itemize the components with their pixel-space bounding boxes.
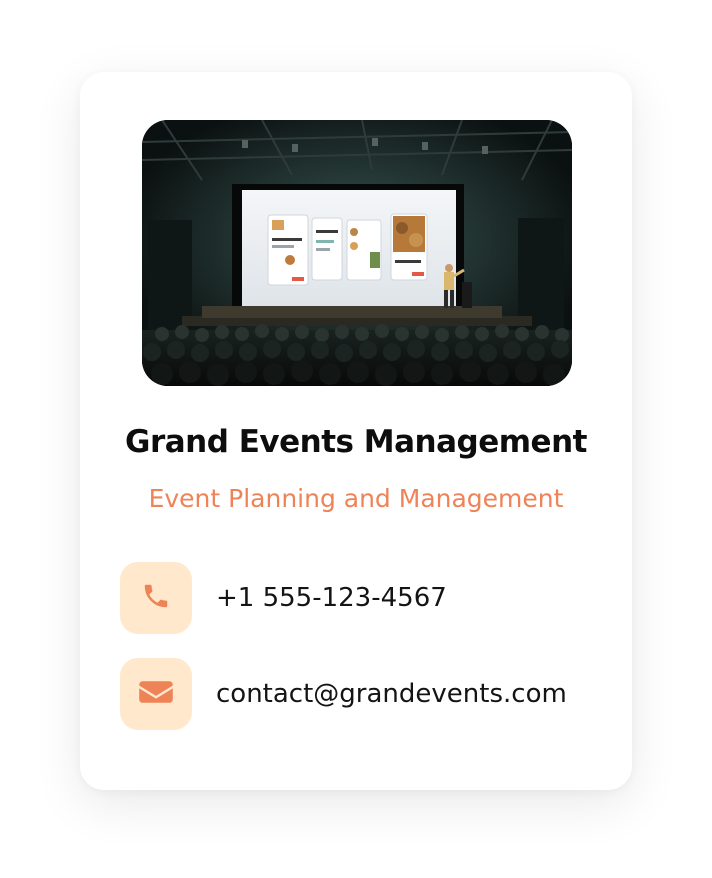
phone-number[interactable]: +1 555-123-4567 — [216, 583, 447, 613]
company-name: Grand Events Management — [125, 424, 587, 460]
phone-contact-row[interactable]: +1 555-123-4567 — [120, 562, 612, 634]
envelope-icon — [138, 677, 174, 712]
email-contact-row[interactable]: contact@grandevents.com — [120, 658, 612, 730]
email-icon-tile[interactable] — [120, 658, 192, 730]
contact-card: Grand Events Management Event Planning a… — [80, 72, 632, 790]
phone-icon-tile[interactable] — [120, 562, 192, 634]
company-tagline: Event Planning and Management — [148, 484, 564, 513]
event-photo — [142, 120, 572, 386]
phone-icon — [141, 581, 171, 616]
email-address[interactable]: contact@grandevents.com — [216, 679, 567, 709]
